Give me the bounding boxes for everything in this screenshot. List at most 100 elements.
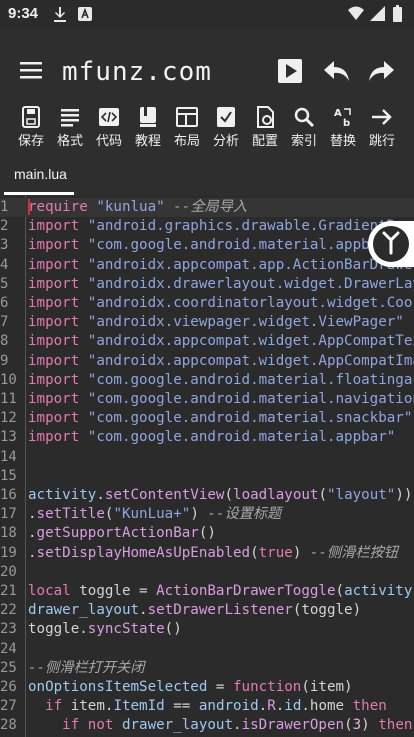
- line-number: 20: [0, 563, 17, 580]
- code-line[interactable]: 3 import "com.google.android.material.app…: [0, 236, 414, 255]
- line-number: 5: [0, 275, 9, 292]
- code-line[interactable]: 26 onOptionsItemSelected = function(item): [0, 678, 414, 697]
- redo-icon[interactable]: [368, 59, 396, 83]
- code-line[interactable]: 4 import "androidx.appcompat.app.ActionBa…: [0, 256, 414, 275]
- floating-action-button[interactable]: [368, 221, 414, 267]
- code-line[interactable]: 12 import "com.google.android.material.sn…: [0, 409, 414, 428]
- line-number: 9: [0, 352, 9, 369]
- status-time: 9:34: [8, 5, 39, 22]
- code-token: "kunlua": [96, 199, 165, 215]
- code-token: "com.google.android.material.snackbar": [87, 410, 413, 427]
- line-number: 1: [0, 199, 9, 215]
- toolbar-code-button[interactable]: 代码: [90, 104, 128, 152]
- code-token: "layout": [327, 487, 396, 503]
- line-code: .getSupportActionBar(): [28, 524, 216, 543]
- tab-main-lua[interactable]: main.lua: [14, 166, 67, 182]
- code-line[interactable]: 1 require "kunlua" --全局导入: [0, 198, 414, 217]
- code-line[interactable]: 28 if not drawer_layout.isDrawerOpen(3) …: [0, 716, 414, 735]
- code-line[interactable]: 16 activity.setContentView(loadlayout("la…: [0, 486, 414, 505]
- toolbar-config-button[interactable]: 配置: [246, 104, 284, 152]
- app-bar: mfunz.com: [0, 30, 414, 102]
- code-token: .: [275, 698, 285, 715]
- menu-icon[interactable]: [20, 61, 42, 79]
- code-line[interactable]: 7 import "androidx.viewpager.widget.ViewP…: [0, 313, 414, 332]
- book-icon: [140, 107, 156, 127]
- code-token: "androidx.coordinatorlayout.widget.Coord…: [87, 295, 414, 311]
- code-token: import: [28, 333, 80, 350]
- code-line[interactable]: 5 import "androidx.drawerlayout.widget.Dr…: [0, 275, 414, 294]
- line-code: import "com.google.android.material.snac…: [28, 409, 412, 428]
- code-line[interactable]: 18 .getSupportActionBar(): [0, 524, 414, 543]
- file-tab-bar: main.lua: [0, 154, 414, 197]
- toolbar-replace-label: 替换: [329, 134, 356, 149]
- undo-icon[interactable]: [322, 59, 350, 83]
- code-token: .: [28, 544, 37, 561]
- code-line[interactable]: 17 .setTitle("KunLua+") --设置标题: [0, 505, 414, 524]
- line-number: 19: [0, 544, 17, 561]
- code-line[interactable]: 6 import "androidx.coordinatorlayout.widg…: [0, 294, 414, 313]
- run-icon[interactable]: [278, 59, 302, 83]
- code-line[interactable]: 11 import "com.google.android.material.na…: [0, 390, 414, 409]
- code-line[interactable]: 19 .setDisplayHomeAsUpEnabled(true) --侧滑栏…: [0, 544, 414, 563]
- toolbar-tutorial-button[interactable]: 教程: [129, 104, 167, 152]
- code-token: import: [28, 237, 80, 254]
- code-line[interactable]: 25 --侧滑栏打开关闭: [0, 659, 414, 678]
- code-token: import: [28, 429, 80, 446]
- code-token: toggle =: [70, 583, 157, 599]
- line-code: import "androidx.coordinatorlayout.widge…: [28, 294, 414, 313]
- code-line[interactable]: 10 import "com.google.android.material.fl…: [0, 371, 414, 390]
- code-token: "androidx.appcompat.app.ActionBarDrawerT…: [87, 256, 414, 273]
- code-line[interactable]: 27 if item.ItemId == android.R.id.home t…: [0, 697, 414, 716]
- line-number: 16: [0, 487, 17, 503]
- line-number: 15: [0, 467, 17, 484]
- code-line[interactable]: 23 toggle.syncState(): [0, 620, 414, 639]
- line-code: import "com.google.android.material.floa…: [28, 371, 414, 390]
- code-token: import: [28, 352, 80, 369]
- battery-icon: [393, 5, 402, 22]
- toolbar-goto-line-button[interactable]: 跳行: [363, 104, 401, 152]
- floating-logo-icon: [373, 226, 409, 262]
- toolbar-layout-button[interactable]: 布局: [168, 104, 206, 152]
- toolbar-analyze-button[interactable]: 分析: [207, 104, 245, 152]
- code-line[interactable]: 22 drawer_layout.setDrawerListener(toggle…: [0, 601, 414, 620]
- code-line[interactable]: 20: [0, 563, 414, 582]
- code-line[interactable]: 15: [0, 467, 414, 486]
- toolbar-replace-button[interactable]: Ab 替换: [324, 104, 362, 152]
- line-number: 11: [0, 391, 17, 407]
- code-token: (toggle): [292, 602, 362, 619]
- code-token: setDrawerListener: [147, 602, 293, 619]
- line-number: 3: [0, 237, 9, 254]
- line-number: 4: [0, 256, 9, 273]
- code-editor[interactable]: 1 require "kunlua" --全局导入 2 import "android…: [0, 196, 414, 737]
- line-number: 24: [0, 640, 17, 657]
- code-line[interactable]: 21 local toggle = ActionBarDrawerToggle(a…: [0, 582, 414, 601]
- code-token: then: [352, 698, 387, 715]
- line-code: import "com.google.android.material.appb…: [28, 428, 395, 447]
- code-line[interactable]: 13 import "com.google.android.material.ap…: [0, 428, 414, 447]
- toolbar-index-button[interactable]: 索引: [285, 104, 323, 152]
- layout-icon: [176, 107, 198, 127]
- line-number: 13: [0, 429, 17, 446]
- code-token: drawer_layout: [28, 602, 140, 619]
- code-token: .: [96, 487, 105, 503]
- line-code: --侧滑栏打开关闭: [28, 659, 144, 678]
- code-line[interactable]: 24: [0, 640, 414, 659]
- line-number: 6: [0, 295, 9, 311]
- code-line[interactable]: 2 import "android.graphics.drawable.Gradi…: [0, 217, 414, 236]
- toolbar: 保存 格式 代码 教程 布局 分析 配置 索引 Ab 替换 跳行: [0, 102, 414, 154]
- code-line[interactable]: 8 import "androidx.appcompat.widget.AppCo…: [0, 332, 414, 351]
- code-line[interactable]: 14: [0, 448, 414, 467]
- line-number: 12: [0, 410, 17, 427]
- toolbar-format-button[interactable]: 格式: [51, 104, 89, 152]
- code-token: setTitle: [36, 506, 105, 523]
- line-number: 8: [0, 333, 9, 350]
- code-token: true: [258, 544, 293, 561]
- code-line[interactable]: 9 import "androidx.appcompat.widget.AppCo…: [0, 352, 414, 371]
- code-token: --侧滑栏打开关闭: [28, 659, 145, 676]
- toolbar-save-button[interactable]: 保存: [12, 104, 50, 152]
